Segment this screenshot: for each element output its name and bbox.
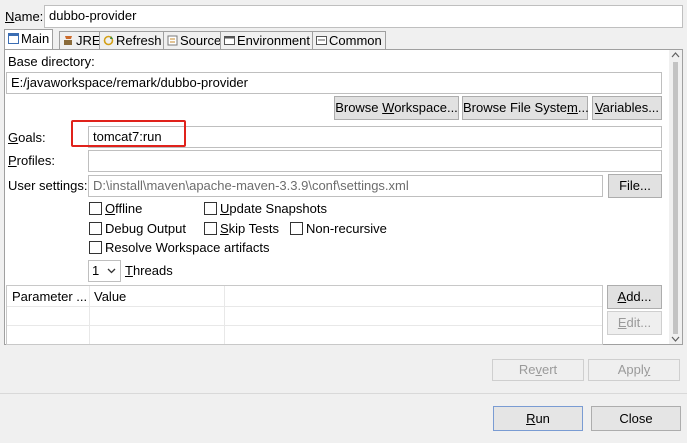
user-settings-label: User settings: [8, 178, 88, 193]
tab-jre[interactable]: JRE [59, 31, 105, 50]
add-parameter-button[interactable]: Add... [607, 285, 662, 309]
base-directory-field[interactable]: E:/javaworkspace/remark/dubbo-provider [6, 72, 662, 94]
threads-select[interactable]: 1 [88, 260, 121, 282]
profiles-label: Profiles: [8, 153, 55, 168]
update-snapshots-checkbox[interactable] [204, 202, 217, 215]
parameters-column-value: Value [94, 289, 127, 304]
goals-highlight-box [71, 120, 186, 147]
debug-output-checkbox[interactable] [89, 222, 102, 235]
offline-checkbox[interactable] [89, 202, 102, 215]
tab-source-label: Source [180, 33, 222, 48]
offline-label: Offline [105, 201, 143, 216]
threads-value: 1 [92, 263, 100, 278]
name-label: Name: [5, 9, 44, 24]
common-icon [316, 36, 327, 45]
row-divider [7, 325, 602, 326]
scrollbar-thumb[interactable] [673, 62, 678, 334]
threads-label: Threads [125, 263, 173, 278]
non-recursive-label: Non-recursive [306, 221, 387, 236]
resolve-workspace-label: Resolve Workspace artifacts [105, 240, 270, 255]
browse-workspace-button[interactable]: Browse Workspace... [334, 96, 459, 120]
column-divider [89, 286, 90, 344]
refresh-icon [103, 35, 114, 46]
tab-refresh-label: Refresh [116, 33, 162, 48]
resolve-workspace-checkbox[interactable] [89, 241, 102, 254]
variables-button[interactable]: Variables... [592, 96, 662, 120]
header-divider [7, 306, 602, 307]
tab-environment[interactable]: Environment [220, 31, 314, 50]
skip-tests-label: Skip Tests [220, 221, 280, 236]
tab-common[interactable]: Common [312, 31, 386, 50]
tab-source[interactable]: Source [163, 31, 226, 50]
scroll-up-icon[interactable] [671, 52, 680, 58]
edit-parameter-button[interactable]: Edit... [607, 311, 662, 335]
revert-button[interactable]: Revert [492, 359, 584, 381]
tab-jre-label: JRE [76, 33, 101, 48]
environment-icon [224, 36, 235, 45]
tab-main-label: Main [21, 31, 50, 46]
jre-icon [64, 36, 72, 45]
tab-main[interactable]: Main [4, 29, 54, 50]
main-tab-icon [8, 33, 19, 44]
profiles-field[interactable] [88, 150, 662, 172]
name-field[interactable]: dubbo-provider [44, 5, 683, 28]
skip-tests-checkbox[interactable] [204, 222, 217, 235]
goals-label: Goals: [8, 130, 46, 145]
tab-environment-label: Environment [237, 33, 310, 48]
close-button[interactable]: Close [591, 406, 681, 431]
scroll-down-icon[interactable] [671, 336, 680, 342]
user-settings-field[interactable]: D:\install\maven\apache-maven-3.3.9\conf… [88, 175, 603, 197]
base-directory-label: Base directory: [8, 54, 95, 69]
column-divider [224, 286, 225, 344]
run-button[interactable]: Run [493, 406, 583, 431]
file-button[interactable]: File... [608, 174, 662, 198]
tab-refresh[interactable]: Refresh [99, 31, 166, 50]
tab-common-label: Common [329, 33, 382, 48]
chevron-down-icon [107, 268, 116, 274]
apply-button[interactable]: Apply [588, 359, 680, 381]
source-icon [167, 35, 178, 46]
update-snapshots-label: Update Snapshots [220, 201, 327, 216]
browse-filesystem-button[interactable]: Browse File System... [462, 96, 589, 120]
footer-divider [0, 393, 687, 394]
debug-output-label: Debug Output [105, 221, 186, 236]
non-recursive-checkbox[interactable] [290, 222, 303, 235]
parameters-column-name: Parameter ... [12, 289, 88, 304]
